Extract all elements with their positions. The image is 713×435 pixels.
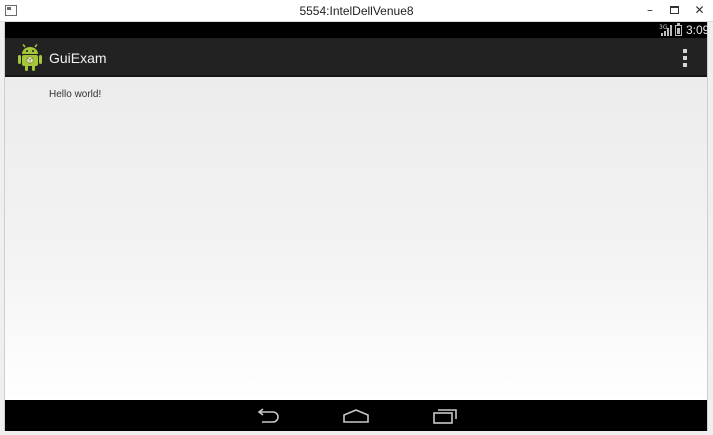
back-icon (257, 408, 279, 423)
close-button[interactable]: ✕ (686, 0, 713, 20)
back-button[interactable] (248, 404, 288, 428)
hello-text: Hello world! (49, 89, 102, 100)
window-title: 5554:IntelDellVenue8 (299, 4, 414, 18)
status-time: 3:09 (686, 23, 710, 37)
recent-apps-button[interactable] (425, 404, 465, 428)
overflow-menu-icon[interactable] (681, 49, 689, 67)
signal-icon: 3G (659, 24, 672, 36)
maximize-icon (669, 6, 679, 14)
window-frame-right (707, 22, 713, 435)
android-status-bar: 3G 3:09 (5, 22, 710, 38)
android-nav-bar (5, 400, 707, 431)
battery-icon (675, 23, 682, 36)
home-button[interactable] (336, 404, 376, 428)
app-content: Hello world! (5, 77, 707, 400)
app-title: GuiExam (49, 50, 107, 66)
action-bar: GuiExam (5, 38, 707, 77)
recent-apps-icon (433, 409, 457, 424)
android-app-icon[interactable] (17, 44, 43, 72)
maximize-button[interactable] (662, 0, 686, 20)
window-frame-bottom (0, 431, 713, 435)
minimize-button[interactable]: – (638, 0, 662, 20)
window-titlebar: 5554:IntelDellVenue8 – ✕ (0, 0, 713, 22)
home-icon (343, 409, 369, 423)
